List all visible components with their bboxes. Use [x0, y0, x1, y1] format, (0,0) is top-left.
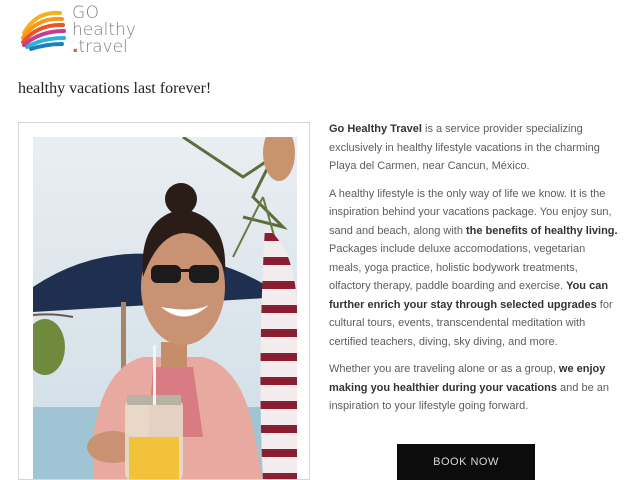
- intro-p2-bold-1: the benefits of healthy living.: [466, 224, 618, 237]
- brand-logo[interactable]: GO healthy .travel: [18, 2, 148, 57]
- intro-paragraph-3: Whether you are traveling alone or as a …: [329, 360, 619, 416]
- intro-p2-text-2: Packages include deluxe accomodations, v…: [329, 243, 586, 292]
- logo-word-go: GO: [72, 2, 100, 23]
- logo-word-travel: .travel: [72, 36, 136, 57]
- book-now-button[interactable]: BOOK NOW: [397, 444, 535, 480]
- logo-travel-text: travel: [78, 36, 128, 57]
- logo-wordmark: GO healthy .travel: [72, 2, 136, 57]
- intro-paragraph-1: Go Healthy Travel is a service provider …: [329, 120, 619, 176]
- brand-name-text: Go Healthy Travel: [329, 123, 422, 135]
- intro-p3-text-1: Whether you are traveling alone or as a …: [329, 363, 559, 375]
- intro-copy: Go Healthy Travel is a service provider …: [329, 120, 619, 425]
- page-tagline: healthy vacations last forever!: [18, 80, 212, 97]
- logo-mark-icon: [21, 10, 66, 51]
- smiling-woman-photo-icon: [33, 137, 297, 479]
- hero-photo-frame: [18, 122, 310, 480]
- intro-paragraph-2: A healthy lifestyle is the only way of l…: [329, 185, 619, 352]
